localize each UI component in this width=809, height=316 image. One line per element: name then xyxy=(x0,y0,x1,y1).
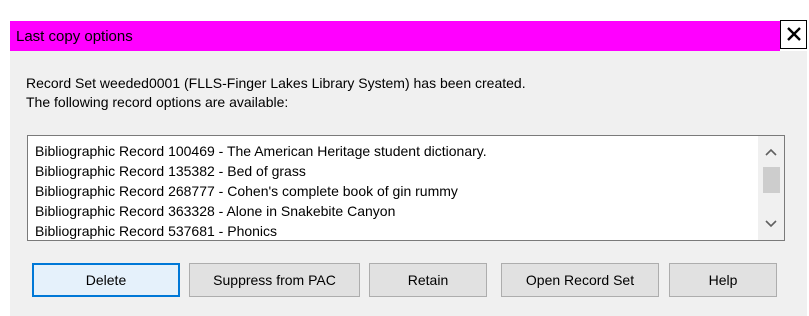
created-message: Record Set weeded0001 (FLLS-Finger Lakes… xyxy=(26,75,526,91)
scroll-up-button[interactable] xyxy=(758,140,784,164)
chevron-up-icon xyxy=(765,148,777,156)
retain-button-label: Retain xyxy=(407,272,449,288)
record-listbox[interactable]: Bibliographic Record 100469 - The Americ… xyxy=(27,135,785,241)
dialog-title: Last copy options xyxy=(16,27,133,45)
list-item[interactable]: Bibliographic Record 135382 - Bed of gra… xyxy=(35,161,755,181)
close-button[interactable] xyxy=(780,20,807,49)
options-message: The following record options are availab… xyxy=(26,94,289,110)
chevron-down-icon xyxy=(765,220,777,228)
vertical-scrollbar[interactable] xyxy=(758,136,784,240)
scroll-down-button[interactable] xyxy=(758,212,784,236)
open-record-set-button-label: Open Record Set xyxy=(525,272,635,288)
suppress-button-label: Suppress from PAC xyxy=(213,272,336,288)
list-item[interactable]: Bibliographic Record 100469 - The Americ… xyxy=(35,141,755,161)
close-icon xyxy=(786,25,802,45)
list-item[interactable]: Bibliographic Record 363328 - Alone in S… xyxy=(35,201,755,221)
delete-button-label: Delete xyxy=(85,272,127,288)
open-record-set-button[interactable]: Open Record Set xyxy=(501,263,659,297)
window-frame-top xyxy=(0,0,809,20)
scroll-thumb[interactable] xyxy=(763,167,780,193)
list-item[interactable]: Bibliographic Record 268777 - Cohen's co… xyxy=(35,181,755,201)
retain-button[interactable]: Retain xyxy=(369,263,487,297)
suppress-from-pac-button[interactable]: Suppress from PAC xyxy=(189,263,360,297)
record-list: Bibliographic Record 100469 - The Americ… xyxy=(35,141,755,240)
help-button[interactable]: Help xyxy=(669,263,777,297)
list-item[interactable]: Bibliographic Record 537681 - Phonics xyxy=(35,221,755,240)
dialog-title-bar[interactable]: Last copy options xyxy=(10,21,780,51)
help-button-label: Help xyxy=(708,272,738,288)
delete-button[interactable]: Delete xyxy=(32,263,180,297)
